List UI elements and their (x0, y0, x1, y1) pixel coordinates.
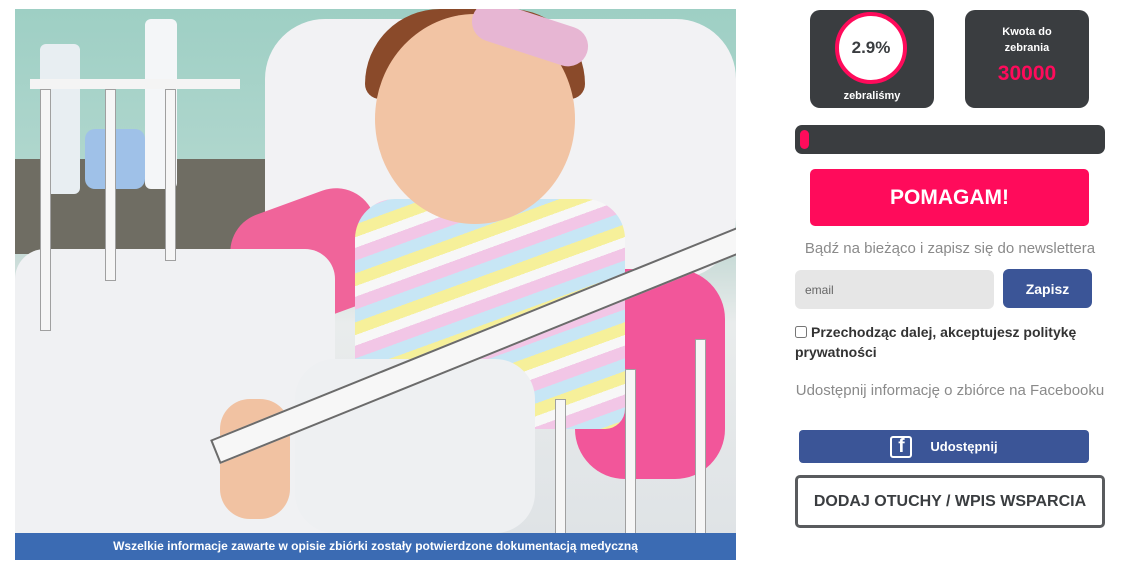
raised-label: zebraliśmy (843, 90, 901, 102)
help-button[interactable]: POMAGAM! (810, 169, 1089, 226)
goal-label-line1: Kwota do (1002, 26, 1052, 38)
raised-percent-ring: 2.9% (835, 12, 907, 84)
privacy-text: Przechodząc dalej, akceptujesz politykę … (795, 324, 1077, 360)
progress-fill (800, 130, 809, 149)
photo-bed-bar (625, 369, 636, 533)
goal-stat-box: Kwota do zebrania 30000 (965, 10, 1089, 108)
photo-bed-rail (30, 79, 240, 89)
photo-bed-bar (40, 89, 51, 331)
raised-stat-box: 2.9% zebraliśmy (810, 10, 934, 108)
facebook-share-button[interactable]: f Udostępnij (799, 430, 1089, 463)
facebook-share-label: Udostępnij (930, 439, 998, 454)
photo-bed-bar (165, 89, 176, 261)
photo-bed-bar (105, 89, 116, 281)
goal-label-line2: zebrania (1004, 42, 1050, 54)
photo-caption: Wszelkie informacje zawarte w opisie zbi… (15, 533, 736, 560)
facebook-icon: f (890, 435, 913, 458)
fundraising-progress-bar (795, 125, 1105, 154)
share-text: Udostępnij informację o zbiórce na Faceb… (795, 382, 1105, 399)
goal-label: Kwota do zebrania (965, 24, 1089, 56)
email-field[interactable] (795, 270, 994, 309)
subscribe-button[interactable]: Zapisz (1003, 269, 1092, 308)
photo-bed-bar (695, 339, 706, 533)
photo-bed-bar (555, 399, 566, 533)
raised-percent: 2.9% (851, 38, 891, 57)
newsletter-text: Bądź na bieżąco i zapisz się do newslett… (804, 240, 1096, 257)
privacy-consent: Przechodząc dalej, akceptujesz politykę … (795, 322, 1105, 362)
goal-amount: 30000 (997, 62, 1057, 85)
campaign-photo (15, 9, 736, 533)
add-support-button[interactable]: DODAJ OTUCHY / WPIS WSPARCIA (795, 475, 1105, 528)
privacy-checkbox[interactable] (795, 326, 807, 338)
